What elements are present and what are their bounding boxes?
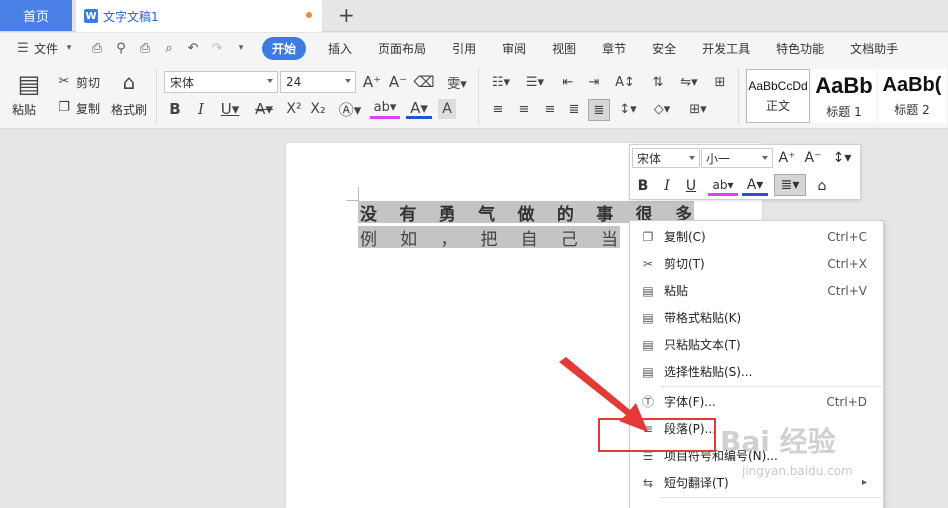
watermark-logo: Bai 经验	[720, 425, 836, 458]
watermark-url: jingyan.baidu.com	[742, 464, 853, 478]
annotation-highlight-box	[598, 418, 716, 452]
